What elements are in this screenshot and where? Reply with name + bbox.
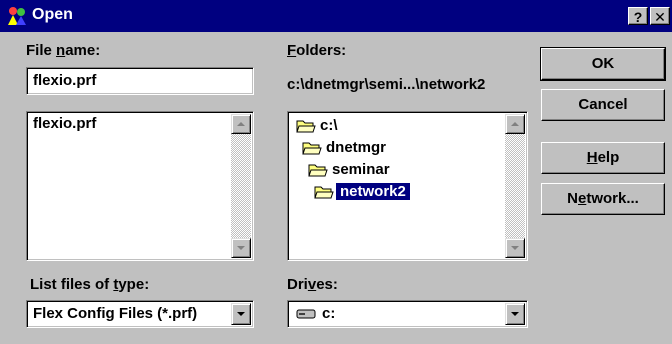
file-type-value: Flex Config Files (*.prf) <box>33 305 198 322</box>
open-folder-icon <box>302 142 322 155</box>
help-button[interactable]: Help <box>541 142 665 174</box>
open-folder-icon <box>296 120 316 133</box>
file-list-item[interactable]: flexio.prf <box>33 115 96 132</box>
file-type-dropdown-button[interactable] <box>231 303 251 325</box>
folder-tree-scrollbar[interactable] <box>505 114 525 258</box>
title-bar[interactable]: Open ? ✕ <box>0 0 672 32</box>
file-name-label: File name: <box>26 42 101 59</box>
scroll-up-button[interactable] <box>505 114 525 134</box>
folder-tree[interactable]: c:\ dnetmgr seminar network2 <box>287 111 528 261</box>
chevron-down-icon <box>511 312 519 316</box>
current-path: c:\dnetmgr\semi...\network2 <box>287 76 486 93</box>
file-type-label: List files of type: <box>30 276 150 293</box>
network-button[interactable]: Network... <box>541 183 665 215</box>
drives-dropdown-button[interactable] <box>505 303 525 325</box>
ok-button[interactable]: OK <box>540 47 666 81</box>
close-title-button[interactable]: ✕ <box>650 7 670 25</box>
chevron-down-icon <box>237 312 245 316</box>
file-list-scrollbar[interactable] <box>231 114 251 258</box>
cancel-button[interactable]: Cancel <box>541 89 665 121</box>
scroll-up-button[interactable] <box>231 114 251 134</box>
hard-drive-icon <box>296 309 316 319</box>
scroll-up-icon <box>237 122 245 126</box>
open-folder-icon <box>314 186 334 199</box>
drives-label: Drives: <box>287 276 338 293</box>
scroll-up-icon <box>511 122 519 126</box>
folders-label: Folders: <box>287 42 347 59</box>
file-name-input[interactable]: flexio.prf <box>26 67 254 95</box>
drives-select[interactable]: c: <box>287 300 528 328</box>
scroll-down-button[interactable] <box>505 238 525 258</box>
scroll-down-icon <box>511 246 519 250</box>
file-list[interactable]: flexio.prf <box>26 111 254 261</box>
dialog-app-icon <box>8 7 26 25</box>
file-name-value: flexio.prf <box>33 72 97 89</box>
window-title: Open <box>32 6 73 23</box>
scroll-down-button[interactable] <box>231 238 251 258</box>
scroll-down-icon <box>237 246 245 250</box>
file-type-select[interactable]: Flex Config Files (*.prf) <box>26 300 254 328</box>
drives-value: c: <box>322 305 336 322</box>
open-folder-icon <box>308 164 328 177</box>
help-title-button[interactable]: ? <box>628 7 648 25</box>
